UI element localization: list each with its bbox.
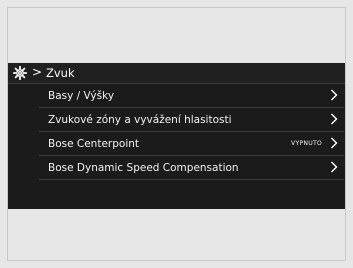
menu-item-bass-treble[interactable]: Basy / Výšky: [39, 84, 344, 108]
chevron-right-icon: [331, 113, 338, 125]
screen-header: > Zvuk: [8, 63, 345, 84]
chevron-right-icon: [331, 137, 338, 149]
breadcrumb-separator: >: [32, 65, 43, 79]
menu-item-label: Bose Dynamic Speed Compensation: [48, 162, 239, 174]
page-title: Zvuk: [46, 66, 75, 80]
gear-icon[interactable]: [13, 66, 27, 80]
status-text: VYPNUTO: [291, 140, 322, 147]
chevron-right-icon: [331, 161, 338, 173]
chevron-right-icon: [331, 89, 338, 101]
menu-item-label: Basy / Výšky: [48, 90, 115, 102]
menu-item-sound-zones[interactable]: Zvukové zóny a vyvážení hlasitosti: [39, 108, 344, 132]
menu-item-bose-speed-compensation[interactable]: Bose Dynamic Speed Compensation: [39, 156, 344, 180]
menu-item-bose-centerpoint[interactable]: Bose Centerpoint VYPNUTO: [39, 132, 344, 156]
infotainment-screen: > Zvuk Basy / Výšky Zvukové zóny a vyváž…: [8, 63, 345, 209]
menu-item-label: Bose Centerpoint: [48, 138, 140, 150]
menu-item-label: Zvukové zóny a vyvážení hlasitosti: [48, 114, 232, 126]
